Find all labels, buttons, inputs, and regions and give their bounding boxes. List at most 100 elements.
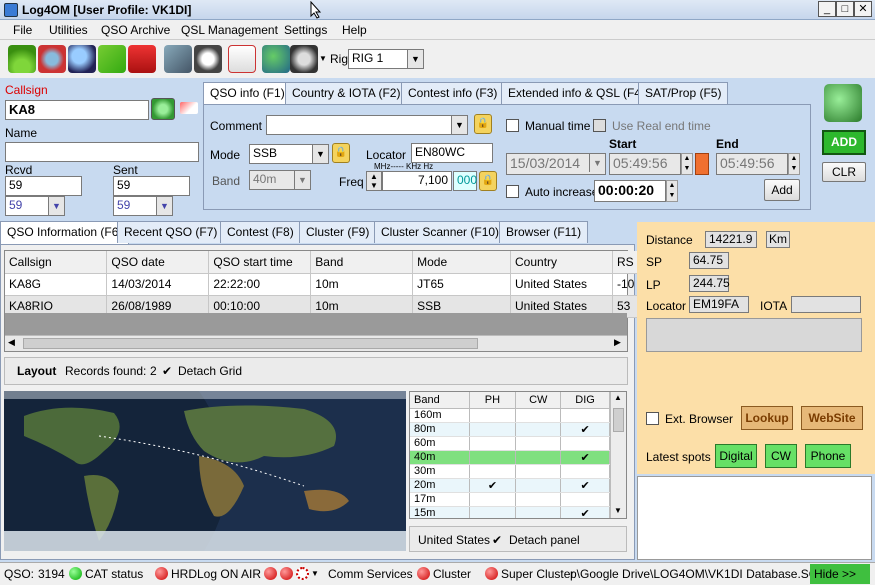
rig-select[interactable]: RIG 1 ▼	[348, 49, 424, 69]
mailbox-icon[interactable]	[128, 45, 156, 73]
name-input[interactable]	[5, 142, 199, 162]
vertical-scrollbar[interactable]: ▲ ▼	[610, 392, 626, 518]
ext-browser-checkbox[interactable]	[646, 412, 659, 425]
super-cluster-status[interactable]: Super Cluster	[501, 567, 574, 581]
start-time-spinner[interactable]: ▲ ▼	[681, 153, 693, 175]
rcvd-input[interactable]: 59	[5, 176, 82, 196]
globe-icon[interactable]	[262, 45, 290, 73]
spots-digital-button[interactable]: Digital	[715, 444, 757, 468]
maximize-button[interactable]: □	[836, 1, 854, 17]
database-icon[interactable]	[824, 84, 862, 122]
chevron-down-icon[interactable]: ▼	[311, 569, 319, 578]
column-header[interactable]: Country	[510, 251, 613, 274]
layout-button[interactable]: Layout	[17, 364, 56, 378]
sync-time-button[interactable]	[695, 153, 709, 175]
column-header[interactable]: QSO start time	[208, 251, 312, 274]
chevron-down-icon[interactable]: ▼	[319, 54, 327, 63]
eraser-icon[interactable]	[180, 102, 198, 114]
detach-panel-button[interactable]: Detach panel	[509, 533, 580, 547]
end-time-spinner[interactable]: ▲ ▼	[788, 153, 800, 175]
add-button[interactable]: ADD	[822, 130, 866, 155]
lookup-button[interactable]: Lookup	[741, 406, 793, 430]
cell-start-time: 22:22:00	[208, 273, 312, 296]
mode-select[interactable]: SSB ▼	[249, 144, 329, 164]
start-time-input[interactable]: 05:49:56	[609, 153, 681, 175]
use-real-end-time-checkbox[interactable]	[593, 119, 606, 132]
tools-icon[interactable]	[164, 45, 192, 73]
tab-sat-prop[interactable]: SAT/Prop (F5)	[638, 82, 729, 104]
tab-extended-info[interactable]: Extended info & QSL (F4)	[501, 82, 652, 104]
freq-spinner[interactable]: ▲ ▼	[366, 171, 382, 191]
spots-cw-button[interactable]: CW	[765, 444, 797, 468]
close-button[interactable]: ✕	[854, 1, 872, 17]
tab-qso-information[interactable]: QSO Information (F6)	[0, 221, 130, 245]
callsign-input[interactable]: KA8	[5, 100, 149, 120]
menu-qsl-management[interactable]: QSL Management	[181, 23, 278, 37]
hrdlog-status[interactable]: HRDLog ON AIR	[171, 567, 261, 581]
minimize-button[interactable]: _	[818, 1, 836, 17]
manual-time-checkbox[interactable]	[506, 119, 519, 132]
column-header[interactable]: Mode	[412, 251, 512, 274]
tab-contest-info[interactable]: Contest info (F3)	[401, 82, 505, 104]
clr-button[interactable]: CLR	[822, 162, 866, 182]
tab-country-iota[interactable]: Country & IOTA (F2)	[285, 82, 408, 104]
date-select[interactable]: 15/03/2014 ▼	[506, 153, 606, 175]
lock-icon[interactable]: 🔒	[479, 171, 497, 191]
detach-grid-button[interactable]: Detach Grid	[178, 364, 242, 378]
sent-select[interactable]: 59 ▼	[113, 196, 173, 216]
chevron-down-icon[interactable]: ▼	[614, 506, 622, 515]
antenna-icon[interactable]	[290, 45, 318, 73]
chevron-left-icon[interactable]: ◀	[8, 337, 15, 348]
headset-icon[interactable]	[194, 45, 222, 73]
sent-input[interactable]: 59	[113, 176, 190, 196]
wifi-icon[interactable]	[8, 45, 36, 73]
horizontal-scrollbar[interactable]: ◀ ▶	[5, 335, 627, 351]
rcvd-select[interactable]: 59 ▼	[5, 196, 65, 216]
chevron-right-icon[interactable]: ▶	[614, 337, 621, 348]
scrollbar-thumb[interactable]	[613, 408, 624, 432]
band-select[interactable]: 40m ▼	[249, 170, 311, 190]
add-qso-button[interactable]: Add	[764, 179, 800, 201]
tab-browser[interactable]: Browser (F11)	[499, 221, 589, 243]
auto-increase-spinner[interactable]: ▲ ▼	[666, 180, 678, 202]
spots-phone-button[interactable]: Phone	[805, 444, 851, 468]
column-header[interactable]: Band	[310, 251, 414, 274]
menu-file[interactable]: File	[13, 23, 32, 37]
menu-settings[interactable]: Settings	[284, 23, 327, 37]
freq-hz-input[interactable]: 000	[453, 171, 477, 191]
world-map[interactable]	[4, 391, 406, 551]
spots-list[interactable]	[637, 476, 872, 560]
first-aid-icon[interactable]	[228, 45, 256, 73]
search-icon[interactable]	[68, 45, 96, 73]
auto-increase-input[interactable]: 00:00:20	[594, 180, 666, 202]
book-icon[interactable]	[98, 45, 126, 73]
lock-icon[interactable]: 🔒	[332, 143, 350, 163]
locator-input[interactable]: EN80WC	[411, 143, 493, 163]
tab-contest[interactable]: Contest (F8)	[220, 221, 301, 243]
refresh-icon[interactable]	[151, 98, 175, 120]
end-time-input[interactable]: 05:49:56	[716, 153, 788, 175]
lock-icon[interactable]: 🔒	[474, 114, 492, 134]
comm-services[interactable]: Comm Services	[328, 567, 413, 581]
cluster-status[interactable]: Cluster	[433, 567, 471, 581]
hide-button[interactable]: Hide >>	[810, 564, 870, 584]
menu-utilities[interactable]: Utilities	[49, 23, 88, 37]
comment-select[interactable]: ▼	[266, 115, 468, 135]
menu-help[interactable]: Help	[342, 23, 367, 37]
table-row[interactable]: KA8G 14/03/2014 22:22:00 10m JT65 United…	[5, 273, 646, 296]
menu-qso-archive[interactable]: QSO Archive	[101, 23, 170, 37]
tab-qso-info[interactable]: QSO info (F1)	[203, 82, 292, 106]
column-header[interactable]: Callsign	[5, 251, 108, 274]
column-header[interactable]: QSO date	[106, 251, 210, 274]
table-row: 60m	[410, 436, 610, 451]
website-button[interactable]: WebSite	[801, 406, 863, 430]
auto-increase-checkbox[interactable]	[506, 185, 519, 198]
tab-cluster-scanner[interactable]: Cluster Scanner (F10)	[374, 221, 507, 243]
tab-cluster[interactable]: Cluster (F9)	[299, 221, 377, 243]
cat-status[interactable]: CAT status	[85, 567, 143, 581]
tab-recent-qso[interactable]: Recent QSO (F7)	[117, 221, 225, 243]
chevron-up-icon[interactable]: ▲	[614, 393, 622, 402]
scrollbar-thumb[interactable]	[23, 338, 478, 349]
satellite-icon[interactable]	[38, 45, 66, 73]
freq-input[interactable]: 7,100	[382, 171, 452, 191]
